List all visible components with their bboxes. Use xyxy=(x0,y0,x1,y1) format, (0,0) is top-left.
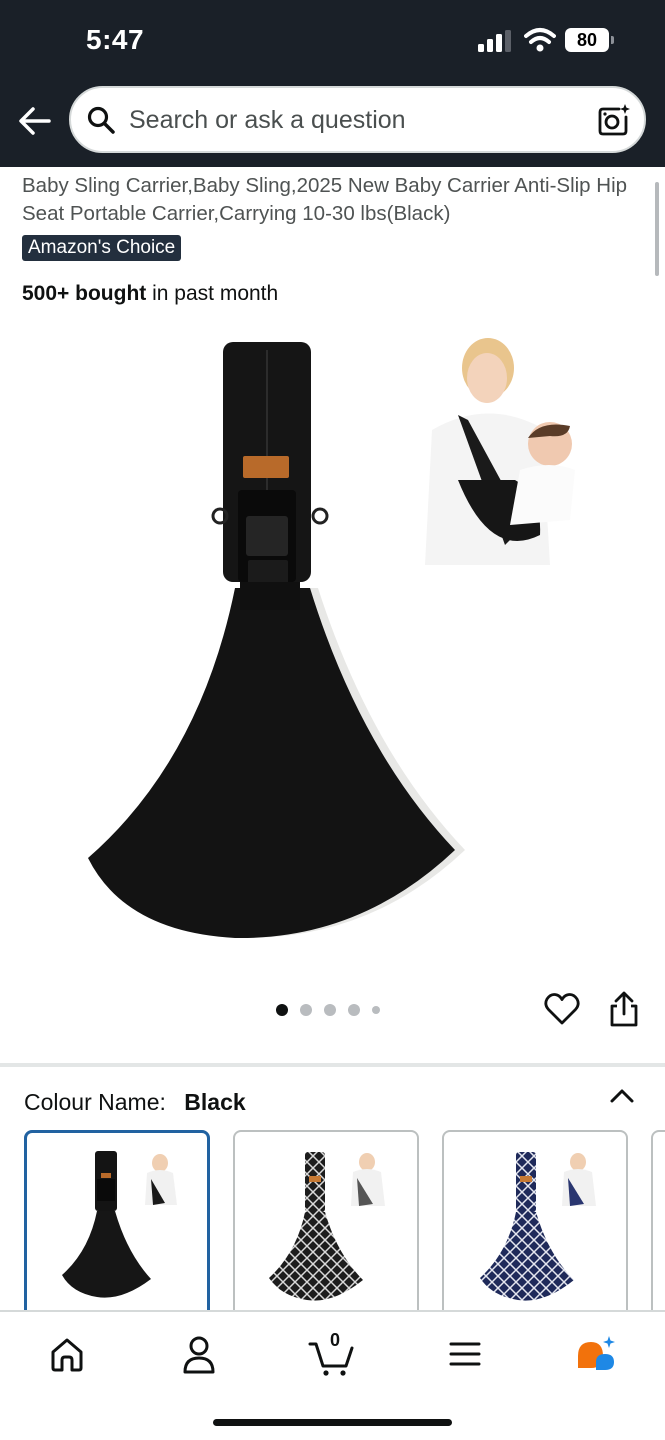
home-icon[interactable] xyxy=(42,1332,92,1376)
colour-name-value: Black xyxy=(184,1089,246,1115)
cell-signal-icon xyxy=(478,30,511,52)
swatch-image-pattern-black xyxy=(269,1152,385,1301)
carousel-dot[interactable] xyxy=(372,1006,380,1014)
search-icon xyxy=(87,106,115,134)
search-bar[interactable] xyxy=(69,86,646,153)
menu-icon[interactable] xyxy=(440,1332,490,1376)
colour-swatch-more[interactable] xyxy=(651,1130,665,1320)
wifi-icon xyxy=(524,28,556,52)
battery-tip xyxy=(611,36,614,44)
cart-count: 0 xyxy=(329,1330,340,1350)
camera-search-icon[interactable] xyxy=(597,103,631,137)
model-wearing-sling-image xyxy=(425,338,575,565)
colour-name-row: Colour Name: Black xyxy=(24,1089,246,1116)
swatch-image-black xyxy=(62,1151,177,1298)
colour-swatch-pattern-black[interactable] xyxy=(233,1130,419,1320)
product-title[interactable]: Baby Sling Carrier,Baby Sling,2025 New B… xyxy=(22,172,642,228)
amazons-choice-badge: Amazon's Choice xyxy=(22,235,182,261)
rufus-assistant-icon[interactable] xyxy=(572,1332,622,1376)
bought-count: 500+ bought xyxy=(22,282,147,305)
bottom-navigation: 0 xyxy=(0,1310,665,1440)
bought-period: in past month xyxy=(146,282,279,305)
page-scrollbar[interactable] xyxy=(655,182,659,276)
carousel-dot[interactable] xyxy=(300,1004,312,1016)
colour-swatch-pattern-navy[interactable] xyxy=(442,1130,628,1320)
cart-button[interactable]: 0 xyxy=(308,1330,358,1376)
share-icon[interactable] xyxy=(606,990,642,1028)
battery-indicator: 80 xyxy=(565,28,615,52)
bought-in-past-month: 500+ bought in past month xyxy=(22,282,278,306)
section-divider xyxy=(0,1063,665,1067)
image-carousel-dots[interactable] xyxy=(276,1002,380,1018)
home-indicator xyxy=(213,1419,452,1426)
status-time: 5:47 xyxy=(86,24,145,55)
add-to-list-heart-icon[interactable] xyxy=(543,990,581,1028)
carousel-dot[interactable] xyxy=(348,1004,360,1016)
battery-level: 80 xyxy=(565,28,609,52)
back-arrow-icon[interactable] xyxy=(18,106,52,136)
swatch-image-pattern-navy xyxy=(480,1152,596,1301)
colour-name-label: Colour Name: xyxy=(24,1089,166,1115)
colour-swatch-black[interactable] xyxy=(24,1130,210,1320)
chevron-up-icon[interactable] xyxy=(608,1086,636,1106)
carousel-dot[interactable] xyxy=(276,1004,288,1016)
top-header: 5:47 80 xyxy=(0,0,665,167)
account-icon[interactable] xyxy=(174,1332,224,1376)
carousel-dot[interactable] xyxy=(324,1004,336,1016)
search-input[interactable] xyxy=(129,104,569,136)
product-main-image[interactable] xyxy=(70,320,600,970)
